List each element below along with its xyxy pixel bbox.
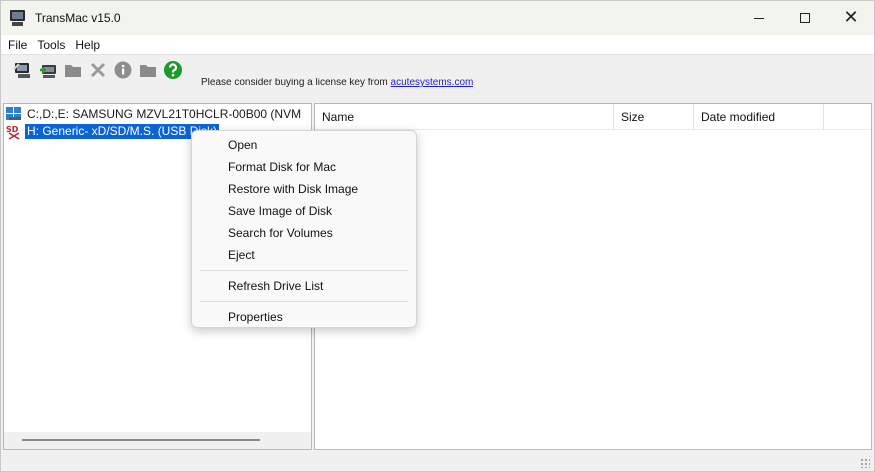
delete-icon[interactable] bbox=[88, 60, 108, 80]
license-link[interactable]: acutesystems.com bbox=[391, 78, 474, 88]
context-menu-save-image[interactable]: Save Image of Disk bbox=[192, 200, 416, 222]
window-title: TransMac v15.0 bbox=[35, 11, 121, 25]
save-disk-icon[interactable] bbox=[38, 60, 58, 80]
context-menu-separator bbox=[200, 301, 408, 302]
resize-grip-icon[interactable] bbox=[860, 458, 870, 468]
maximize-button[interactable] bbox=[782, 1, 828, 35]
context-menu-restore-image[interactable]: Restore with Disk Image bbox=[192, 178, 416, 200]
column-header-size[interactable]: Size bbox=[614, 104, 694, 130]
sd-card-icon: SD bbox=[6, 124, 22, 140]
context-menu-eject[interactable]: Eject bbox=[192, 244, 416, 266]
minimize-button[interactable] bbox=[736, 1, 782, 35]
status-bar bbox=[1, 451, 874, 471]
new-folder-icon[interactable] bbox=[138, 60, 158, 80]
close-icon: ✕ bbox=[843, 7, 859, 28]
maximize-icon bbox=[800, 13, 810, 23]
horizontal-scrollbar[interactable] bbox=[4, 432, 311, 449]
tree-item-system-drive[interactable]: C:,D:,E: SAMSUNG MZVL21T0HCLR-00B00 (NVM bbox=[6, 106, 303, 122]
license-banner: Please consider buying a license key fro… bbox=[201, 78, 473, 89]
folder-icon[interactable] bbox=[63, 60, 83, 80]
minimize-icon bbox=[754, 17, 764, 19]
menu-bar: File Tools Help bbox=[1, 35, 874, 55]
svg-text:SD: SD bbox=[6, 125, 19, 134]
context-menu: Open Format Disk for Mac Restore with Di… bbox=[191, 130, 417, 328]
banner-text: Please consider buying a license key fro… bbox=[201, 78, 391, 88]
info-icon[interactable] bbox=[113, 60, 133, 80]
tree-item-label: C:,D:,E: SAMSUNG MZVL21T0HCLR-00B00 (NVM bbox=[27, 106, 302, 121]
windows-drive-icon bbox=[6, 107, 22, 121]
column-header-date-modified[interactable]: Date modified bbox=[694, 104, 824, 130]
context-menu-refresh-drives[interactable]: Refresh Drive List bbox=[192, 275, 416, 297]
scrollbar-thumb[interactable] bbox=[22, 439, 260, 441]
tree-item-label-selected: H: Generic- xD/SD/M.S. (USB Disk) bbox=[25, 123, 220, 139]
open-disk-icon[interactable] bbox=[13, 60, 33, 80]
menu-tools[interactable]: Tools bbox=[32, 35, 70, 55]
context-menu-open[interactable]: Open bbox=[192, 134, 416, 156]
help-icon[interactable] bbox=[163, 60, 183, 80]
transmac-app-icon bbox=[9, 9, 27, 27]
menu-file[interactable]: File bbox=[3, 35, 32, 55]
context-menu-properties[interactable]: Properties bbox=[192, 306, 416, 328]
context-menu-separator bbox=[200, 270, 408, 271]
menu-help[interactable]: Help bbox=[70, 35, 105, 55]
app-window: TransMac v15.0 ✕ File Tools Help Please … bbox=[0, 0, 875, 472]
context-menu-format-disk[interactable]: Format Disk for Mac bbox=[192, 156, 416, 178]
column-header-name[interactable]: Name bbox=[315, 104, 614, 130]
file-list-header: Name Size Date modified bbox=[315, 104, 871, 130]
context-menu-search-volumes[interactable]: Search for Volumes bbox=[192, 222, 416, 244]
title-bar[interactable]: TransMac v15.0 ✕ bbox=[1, 1, 874, 35]
tree-item-sd-card[interactable]: SD H: Generic- xD/SD/M.S. (USB Disk) bbox=[6, 123, 220, 140]
close-button[interactable]: ✕ bbox=[828, 1, 874, 35]
toolbar: Please consider buying a license key fro… bbox=[1, 56, 874, 101]
